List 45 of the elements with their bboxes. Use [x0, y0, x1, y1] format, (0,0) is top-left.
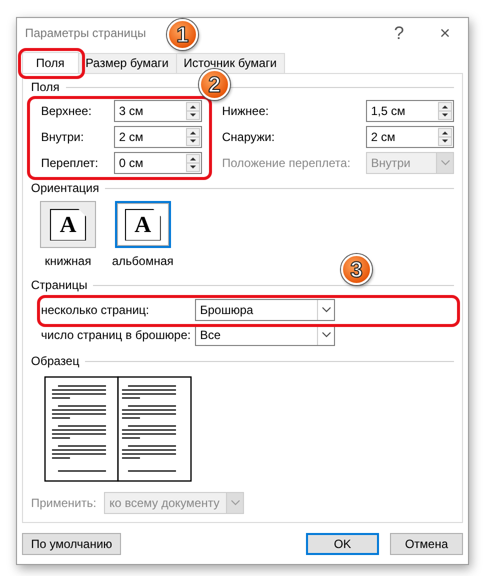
chevron-icon — [440, 160, 450, 166]
help-button[interactable]: ? — [384, 20, 414, 46]
spinner-icon — [186, 102, 200, 120]
field-label: Применить: — [31, 495, 96, 512]
spinner-icon — [438, 128, 452, 146]
field-label: Внутри: — [41, 129, 85, 146]
spin-field[interactable]: 3 см — [114, 100, 202, 122]
chevron-icon — [230, 500, 240, 506]
step-badge: 1 — [167, 19, 198, 50]
spinner-icon — [438, 102, 452, 120]
group-heading: Ориентация — [31, 180, 100, 197]
field-label: число страниц в брошюре: — [41, 327, 192, 344]
orientation-label: альбомная — [112, 253, 174, 270]
dialog-button[interactable]: OK — [306, 533, 379, 555]
tab[interactable]: Источник бумаги — [176, 53, 285, 73]
field-label: Нижнее: — [222, 103, 269, 120]
dialog-button[interactable]: Отмена — [390, 533, 463, 555]
group-heading: Страницы — [31, 277, 88, 294]
spin-field[interactable]: 0 см — [114, 152, 202, 174]
chevron-icon — [322, 307, 330, 313]
field-label: несколько страниц: — [41, 302, 150, 319]
spin-field[interactable]: 1,5 см — [366, 100, 454, 122]
group-heading: Поля — [31, 79, 60, 96]
orientation-option[interactable]: A — [114, 201, 171, 248]
chevron-icon — [322, 332, 330, 338]
tab[interactable]: Размер бумаги — [78, 53, 177, 73]
orientation-option[interactable]: A — [40, 201, 96, 248]
close-button[interactable]: × — [430, 20, 460, 46]
orientation-label: книжная — [44, 253, 92, 270]
step-badge: 3 — [341, 254, 372, 285]
field-label: Снаружи: — [222, 129, 275, 146]
dropdown[interactable]: Брошюра — [195, 299, 335, 321]
spinner-icon — [186, 154, 200, 172]
spin-field[interactable]: 2 см — [366, 126, 454, 148]
spinner-icon — [186, 128, 200, 146]
step-badge: 2 — [199, 69, 230, 100]
dialog-button[interactable]: По умолчанию — [22, 533, 122, 555]
field-label: Положение переплета: — [222, 155, 350, 172]
window-title: Параметры страницы — [25, 25, 146, 42]
highlight-frame — [18, 48, 85, 79]
field-label: Переплет: — [41, 155, 100, 172]
group-heading: Образец — [31, 353, 80, 370]
field-label: Верхнее: — [41, 103, 93, 120]
spin-field[interactable]: 2 см — [114, 126, 202, 148]
tab[interactable]: Поля — [22, 52, 79, 73]
